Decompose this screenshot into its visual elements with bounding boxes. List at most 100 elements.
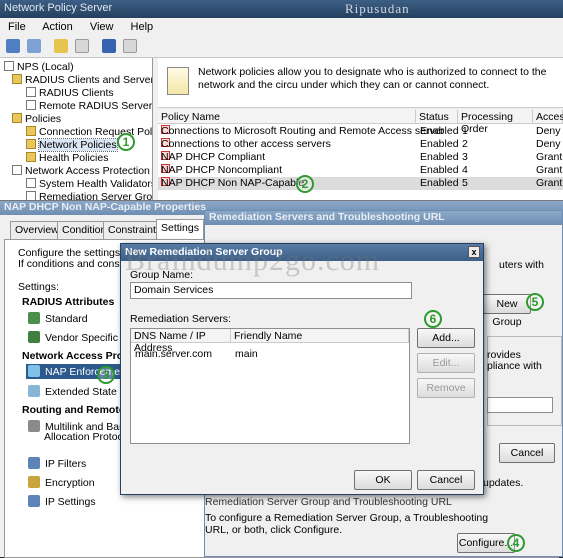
settings-item-nap-enforcement[interactable]: NAP Enforcement <box>26 364 131 379</box>
edit-server-button[interactable]: Edit... <box>417 353 475 373</box>
list-item-dns[interactable]: main.server.com <box>135 348 212 360</box>
new-group-title: New Remediation Server Group x <box>121 244 483 261</box>
add-server-button[interactable]: Add... <box>417 328 475 348</box>
settings-item-extended-state[interactable]: Extended State <box>28 385 117 398</box>
nps-title-bar: Network Policy Server Ripusudan <box>0 0 563 18</box>
remove-server-button[interactable]: Remove <box>417 378 475 398</box>
settings-head-radius: RADIUS Attributes <box>22 296 115 308</box>
step-marker-3: 3 <box>97 366 115 384</box>
remediation-server-list[interactable]: DNS Name / IP Address Friendly Name main… <box>130 328 410 444</box>
table-row[interactable]: NAP DHCP Compliant Enabled 3 Grant A <box>158 151 563 164</box>
group-name-input[interactable]: Domain Services <box>130 282 412 299</box>
ok-button[interactable]: OK <box>354 470 412 490</box>
menu-help[interactable]: Help <box>131 21 154 33</box>
remediation-text-1: uters with <box>499 259 544 271</box>
settings-list: RADIUS Attributes Standard Vendor Specif… <box>16 294 136 524</box>
col-dns-name[interactable]: DNS Name / IP Address <box>131 329 231 354</box>
folder-icon <box>12 113 22 123</box>
col-access[interactable]: Access <box>533 110 563 124</box>
tree-radius-group[interactable]: RADIUS Clients and Servers <box>12 74 152 86</box>
tab-settings[interactable]: Settings <box>156 219 204 240</box>
folder-icon <box>26 126 36 136</box>
nap-icon <box>12 165 22 175</box>
nps-title: Network Policy Server <box>4 2 113 14</box>
group-name-label: Group Name: <box>130 269 194 281</box>
remediation-text-updates: updates. <box>483 477 524 489</box>
user-caption: Ripusudan <box>345 1 410 16</box>
settings-head-nap: Network Access Prote <box>22 350 133 362</box>
vendor-icon <box>28 331 40 343</box>
tree-remote-radius[interactable]: Remote RADIUS Server G <box>26 100 152 112</box>
tree-shv[interactable]: System Health Validators <box>26 178 152 190</box>
nps-window: Network Policy Server Ripusudan File Act… <box>0 0 563 205</box>
settings-item-ip-filters[interactable]: IP Filters <box>28 457 86 470</box>
tree-nap[interactable]: Network Access Protection <box>12 165 150 177</box>
tree-network-policies[interactable]: Network Policies <box>26 138 118 152</box>
remediation-text-3: pliance with <box>487 360 542 372</box>
menu-file[interactable]: File <box>8 21 26 33</box>
group-heading: Remediation Server Group and Troubleshoo… <box>205 496 452 508</box>
folder-icon <box>12 74 22 84</box>
col-processing-order[interactable]: Processing Order <box>458 110 533 135</box>
list-item-friendly[interactable]: main <box>235 348 258 360</box>
policy-document-icon <box>167 67 189 95</box>
remediation-title: Remediation Servers and Troubleshooting … <box>205 211 562 225</box>
menu-action[interactable]: Action <box>42 21 73 33</box>
table-row[interactable]: Connections to Microsoft Routing and Rem… <box>158 125 563 138</box>
help-icon[interactable] <box>102 39 117 53</box>
troubleshooting-url-field[interactable] <box>487 397 553 413</box>
properties-icon[interactable] <box>123 39 138 53</box>
remediation-cancel-button[interactable]: Cancel <box>499 443 555 463</box>
up-folder-icon[interactable] <box>54 39 69 53</box>
new-remediation-group-dialog: New Remediation Server Group x Group Nam… <box>120 243 484 495</box>
step-marker-2: 2 <box>296 175 314 193</box>
settings-item-multilink-line2: Allocation Protocol <box>44 431 131 443</box>
step-marker-5: 5 <box>526 293 544 311</box>
validator-icon <box>26 178 36 188</box>
standard-icon <box>28 312 40 324</box>
policy-table: Policy Name Status Processing Order Acce… <box>158 110 563 205</box>
tree-connection-request[interactable]: Connection Request Polici <box>26 126 152 138</box>
table-row-selected[interactable]: NAP DHCP Non NAP-Capable Enabled 5 Grant… <box>158 177 563 190</box>
cancel-button[interactable]: Cancel <box>417 470 475 490</box>
back-arrow-icon[interactable] <box>6 39 20 53</box>
multilink-icon <box>28 420 40 432</box>
menu-view[interactable]: View <box>90 21 114 33</box>
forward-arrow-icon[interactable] <box>27 39 42 53</box>
network-icon <box>28 495 40 507</box>
tab-overview[interactable]: Overview <box>10 221 64 239</box>
table-row[interactable]: Connections to other access servers Enab… <box>158 138 563 151</box>
info-bar: Network policies allow you to designate … <box>158 58 563 108</box>
col-friendly-name[interactable]: Friendly Name <box>231 329 409 343</box>
console-tree: NPS (Local) RADIUS Clients and Servers R… <box>0 58 153 205</box>
info-text: Network policies allow you to designate … <box>198 66 547 91</box>
folder-icon <box>26 152 36 162</box>
settings-item-ip-settings[interactable]: IP Settings <box>28 495 96 508</box>
tree-policies[interactable]: Policies <box>12 113 61 125</box>
extended-state-icon <box>28 385 40 397</box>
servers-label: Remediation Servers: <box>130 313 231 325</box>
tree-nps-local[interactable]: NPS (Local) <box>4 61 74 73</box>
step-marker-1: 1 <box>117 133 135 151</box>
close-icon[interactable]: x <box>468 246 480 258</box>
col-status[interactable]: Status <box>416 110 458 124</box>
lock-icon <box>28 476 40 488</box>
settings-label: Settings: <box>18 281 59 293</box>
toolbar <box>0 36 563 58</box>
new-group-button[interactable]: New Group <box>483 294 531 328</box>
filter-icon <box>28 457 40 469</box>
col-policy-name[interactable]: Policy Name <box>158 110 416 124</box>
settings-item-vendor[interactable]: Vendor Specific <box>28 331 118 344</box>
settings-item-standard[interactable]: Standard <box>28 312 88 325</box>
show-tree-icon[interactable] <box>75 39 90 53</box>
step-marker-4: 4 <box>507 534 525 552</box>
server-group-icon <box>26 100 36 110</box>
menu-bar: File Action View Help <box>0 18 563 36</box>
settings-item-encryption[interactable]: Encryption <box>28 476 95 489</box>
settings-head-routing: Routing and Remote A <box>22 404 135 416</box>
tree-health-policies[interactable]: Health Policies <box>26 152 108 164</box>
clients-icon <box>26 87 36 97</box>
table-row[interactable]: NAP DHCP Noncompliant Enabled 4 Grant A <box>158 164 563 177</box>
step-marker-6: 6 <box>424 310 442 328</box>
tree-radius-clients[interactable]: RADIUS Clients <box>26 87 114 99</box>
